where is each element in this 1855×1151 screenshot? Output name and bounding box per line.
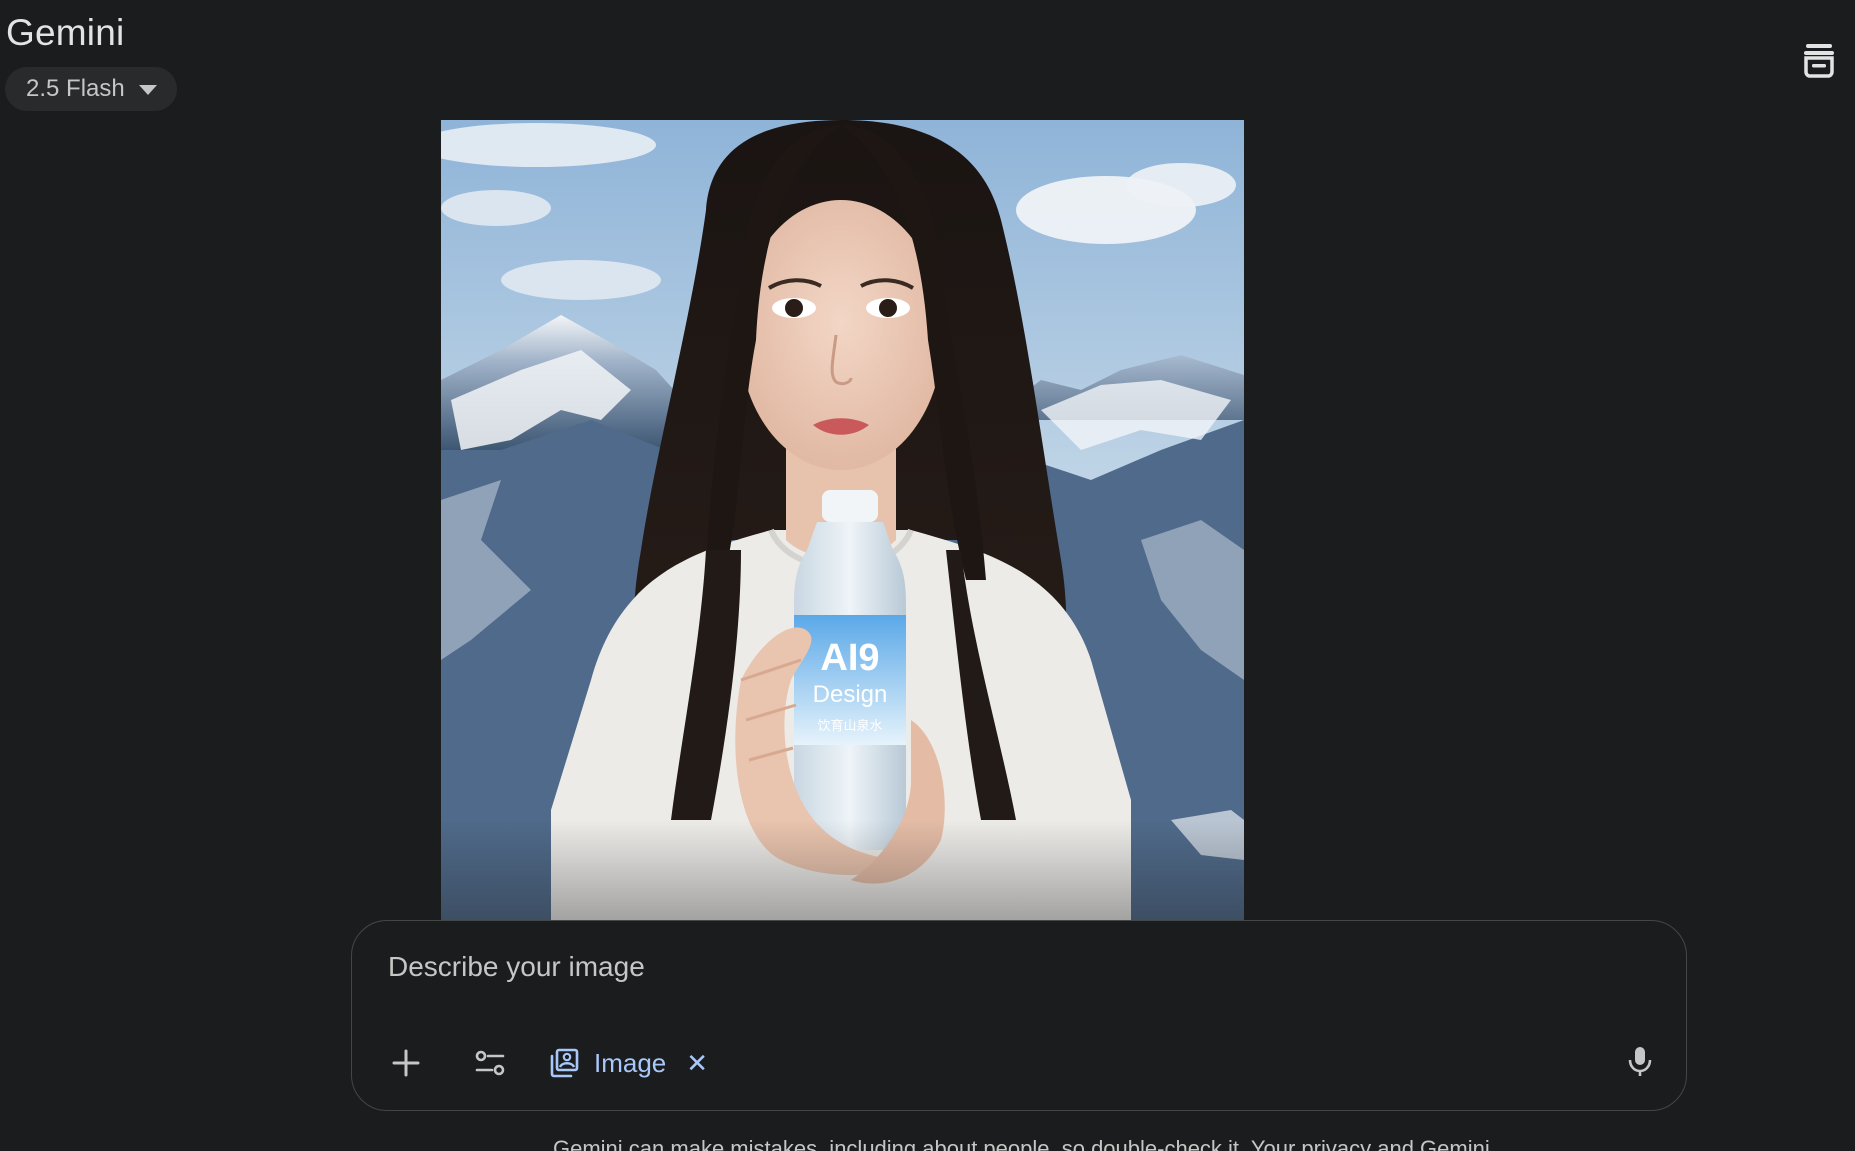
chip-close-icon[interactable]: ✕ bbox=[686, 1048, 708, 1079]
image-chip-label: Image bbox=[594, 1047, 667, 1078]
app-title: Gemini bbox=[6, 12, 125, 53]
image-mode-chip[interactable]: Image ✕ bbox=[548, 1041, 708, 1085]
tools-button[interactable] bbox=[468, 1041, 512, 1085]
bottle-brand-line3: 饮育山泉水 bbox=[817, 718, 882, 734]
image-stack-icon bbox=[550, 1048, 579, 1078]
model-label: 2.5 Flash bbox=[26, 75, 125, 102]
microphone-button[interactable] bbox=[1618, 1039, 1662, 1083]
disclaimer-text: Gemini can make mistakes, including abou… bbox=[553, 1136, 1490, 1151]
microphone-icon bbox=[1628, 1047, 1652, 1076]
add-button[interactable] bbox=[384, 1041, 428, 1085]
temporary-chat-icon bbox=[1804, 44, 1834, 78]
gemini-app: Gemini 2.5 Flash AI9 Design 饮育山泉水 Descri… bbox=[0, 0, 1855, 1151]
caret-down-icon bbox=[138, 85, 157, 95]
temporary-chat-button[interactable] bbox=[1799, 40, 1839, 80]
bottle-brand-line2: Design bbox=[813, 681, 888, 708]
prompt-input[interactable] bbox=[386, 943, 1590, 991]
model-picker-button[interactable]: 2.5 Flash bbox=[5, 67, 177, 111]
bottle-brand-line1: AI9 bbox=[820, 637, 879, 679]
tools-sliders-icon bbox=[475, 1050, 505, 1076]
plus-icon bbox=[392, 1049, 420, 1077]
prompt-composer: Image ✕ bbox=[351, 920, 1687, 1111]
generated-image[interactable]: AI9 Design 饮育山泉水 bbox=[441, 120, 1244, 920]
